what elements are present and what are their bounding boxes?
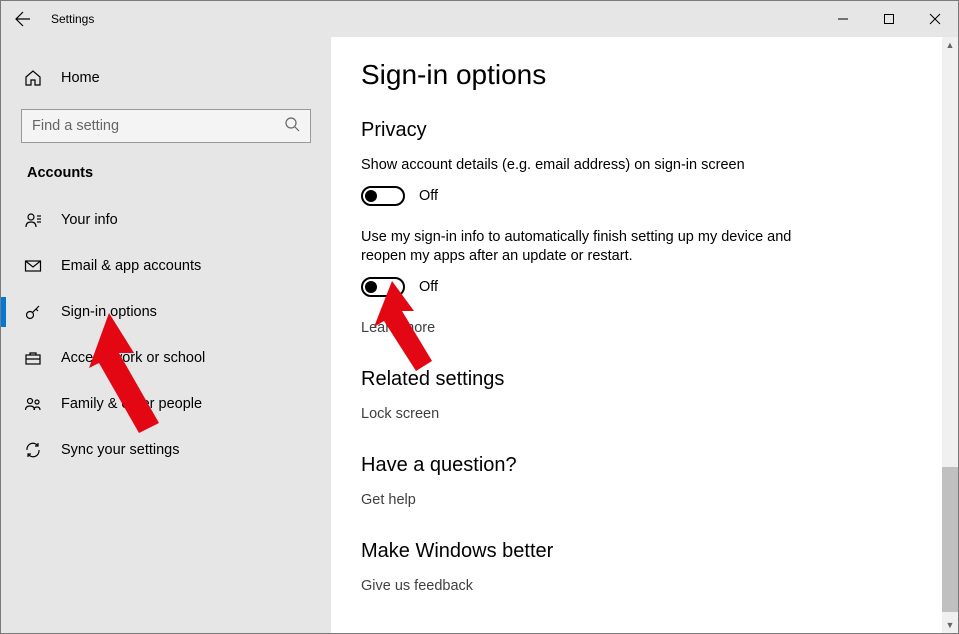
toggle-knob bbox=[365, 190, 377, 202]
toggle-signin-info[interactable] bbox=[361, 277, 405, 297]
toggle2-description: Use my sign-in info to automatically fin… bbox=[361, 228, 801, 267]
sync-icon bbox=[23, 441, 43, 459]
home-nav[interactable]: Home bbox=[7, 59, 325, 97]
people-icon bbox=[23, 395, 43, 413]
person-icon bbox=[23, 211, 43, 229]
scroll-thumb[interactable] bbox=[942, 467, 958, 612]
sidebar-item-label: Family & other people bbox=[61, 396, 202, 412]
page-title: Sign-in options bbox=[361, 59, 928, 91]
toggle2-row: Off bbox=[361, 277, 928, 297]
sidebar: Home Accounts Your info Email & app acco… bbox=[1, 37, 331, 633]
search-box[interactable] bbox=[21, 109, 311, 143]
toggle1-row: Off bbox=[361, 186, 928, 206]
sidebar-item-family[interactable]: Family & other people bbox=[7, 381, 325, 427]
sidebar-item-email[interactable]: Email & app accounts bbox=[7, 243, 325, 289]
related-heading: Related settings bbox=[361, 368, 928, 391]
question-heading: Have a question? bbox=[361, 454, 928, 477]
sidebar-section-title: Accounts bbox=[7, 165, 325, 197]
sidebar-item-label: Access work or school bbox=[61, 350, 205, 366]
sidebar-item-label: Sync your settings bbox=[61, 442, 179, 458]
sidebar-item-work-school[interactable]: Access work or school bbox=[7, 335, 325, 381]
close-icon bbox=[929, 13, 941, 25]
sidebar-item-signin[interactable]: Sign-in options bbox=[7, 289, 325, 335]
sidebar-item-label: Sign-in options bbox=[61, 304, 157, 320]
search-icon bbox=[284, 116, 300, 137]
minimize-icon bbox=[837, 13, 849, 25]
home-icon bbox=[23, 69, 43, 87]
back-button[interactable] bbox=[1, 1, 45, 37]
scrollbar[interactable]: ▲ ▼ bbox=[942, 37, 958, 633]
lock-screen-link[interactable]: Lock screen bbox=[361, 406, 439, 422]
sidebar-item-label: Email & app accounts bbox=[61, 258, 201, 274]
feedback-heading: Make Windows better bbox=[361, 540, 928, 563]
privacy-heading: Privacy bbox=[361, 119, 928, 142]
toggle-show-details[interactable] bbox=[361, 186, 405, 206]
learn-more-link[interactable]: Learn more bbox=[361, 320, 435, 336]
get-help-link[interactable]: Get help bbox=[361, 492, 416, 508]
main-content: Sign-in options Privacy Show account det… bbox=[331, 37, 958, 633]
key-icon bbox=[23, 303, 43, 321]
close-button[interactable] bbox=[912, 1, 958, 37]
minimize-button[interactable] bbox=[820, 1, 866, 37]
window-title: Settings bbox=[51, 12, 94, 26]
scroll-down-icon[interactable]: ▼ bbox=[942, 617, 958, 633]
sidebar-item-sync[interactable]: Sync your settings bbox=[7, 427, 325, 473]
mail-icon bbox=[23, 257, 43, 275]
feedback-link[interactable]: Give us feedback bbox=[361, 578, 473, 594]
maximize-button[interactable] bbox=[866, 1, 912, 37]
sidebar-item-your-info[interactable]: Your info bbox=[7, 197, 325, 243]
titlebar: Settings bbox=[1, 1, 958, 37]
briefcase-icon bbox=[23, 349, 43, 367]
back-arrow-icon bbox=[15, 11, 31, 27]
maximize-icon bbox=[883, 13, 895, 25]
window-controls bbox=[820, 1, 958, 37]
toggle-knob bbox=[365, 281, 377, 293]
scroll-up-icon[interactable]: ▲ bbox=[942, 37, 958, 53]
toggle1-state: Off bbox=[419, 188, 438, 204]
home-label: Home bbox=[61, 70, 100, 86]
toggle1-description: Show account details (e.g. email address… bbox=[361, 156, 801, 176]
toggle2-state: Off bbox=[419, 279, 438, 295]
sidebar-item-label: Your info bbox=[61, 212, 118, 228]
search-input[interactable] bbox=[32, 118, 284, 134]
